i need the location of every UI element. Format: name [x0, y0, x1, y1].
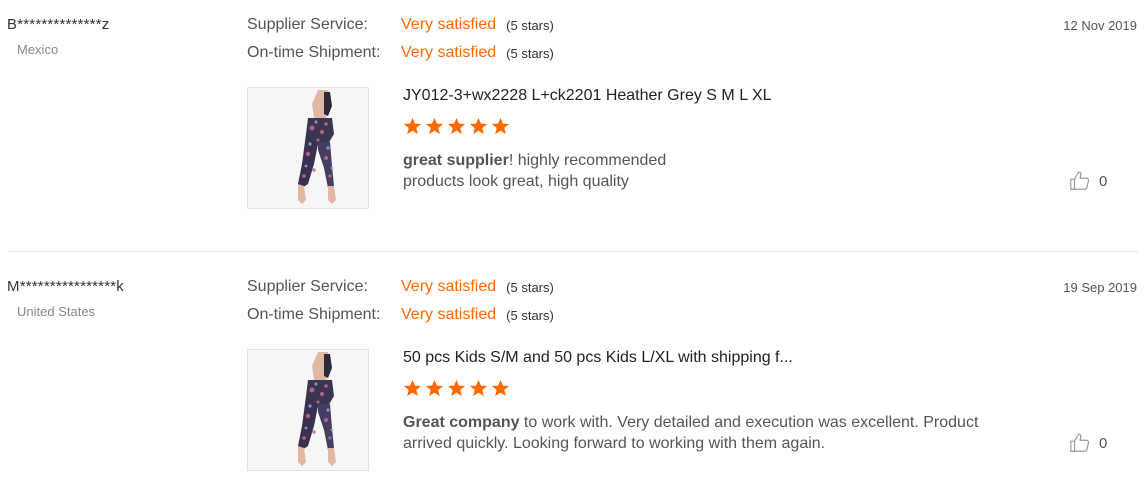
- on-time-shipment-rating: On-time Shipment: Very satisfied (5 star…: [247, 304, 554, 326]
- product-star-rating: [403, 379, 510, 398]
- rating-label: Supplier Service:: [247, 16, 368, 33]
- product-star-rating: [403, 117, 510, 136]
- star-icon: [491, 117, 510, 135]
- rating-stars-text: (5 stars): [506, 17, 554, 33]
- thumbs-up-icon: [1070, 433, 1090, 452]
- buyer-country: United States: [17, 304, 96, 319]
- review-item: M****************k United States Supplie…: [0, 262, 1145, 502]
- supplier-service-rating: Supplier Service: Very satisfied (5 star…: [247, 14, 554, 36]
- rating-stars-text: (5 stars): [506, 279, 554, 295]
- star-icon: [447, 117, 466, 135]
- leggings-image: [248, 350, 368, 470]
- rating-stars-text: (5 stars): [506, 45, 554, 61]
- star-icon: [425, 379, 444, 397]
- like-count: 0: [1099, 434, 1108, 452]
- review-divider: [8, 251, 1138, 252]
- on-time-shipment-rating: On-time Shipment: Very satisfied (5 star…: [247, 42, 554, 64]
- comment-lead: Great company: [403, 414, 520, 431]
- review-comment: Great company to work with. Very detaile…: [403, 412, 1043, 454]
- thumbs-up-icon: [1070, 171, 1090, 190]
- star-icon: [469, 117, 488, 135]
- buyer-name: M****************k: [7, 278, 124, 295]
- star-icon: [403, 117, 422, 135]
- leggings-image: [248, 88, 368, 208]
- like-button[interactable]: 0: [1069, 432, 1107, 454]
- review-comment: great supplier! highly recommended produ…: [403, 150, 1043, 192]
- star-icon: [447, 379, 466, 397]
- rating-label: On-time Shipment:: [247, 44, 381, 61]
- like-count: 0: [1099, 172, 1108, 190]
- product-title[interactable]: 50 pcs Kids S/M and 50 pcs Kids L/XL wit…: [403, 349, 793, 367]
- star-icon: [469, 379, 488, 397]
- star-icon: [403, 379, 422, 397]
- rating-value: Very satisfied: [401, 44, 497, 61]
- comment-text: ! highly recommended: [508, 152, 667, 169]
- supplier-service-rating: Supplier Service: Very satisfied (5 star…: [247, 276, 554, 298]
- star-icon: [425, 117, 444, 135]
- review-date: 19 Sep 2019: [1063, 280, 1137, 295]
- rating-label: On-time Shipment:: [247, 306, 381, 323]
- like-button[interactable]: 0: [1069, 170, 1107, 192]
- comment-text: to work with. Very detailed and executio…: [519, 414, 979, 431]
- buyer-country: Mexico: [17, 42, 59, 57]
- product-thumbnail[interactable]: [247, 349, 369, 471]
- rating-value: Very satisfied: [401, 278, 497, 295]
- star-icon: [491, 379, 510, 397]
- review-item: B**************z Mexico Supplier Service…: [0, 0, 1145, 240]
- product-thumbnail[interactable]: [247, 87, 369, 209]
- comment-text: products look great, high quality: [403, 173, 629, 190]
- rating-stars-text: (5 stars): [506, 307, 554, 323]
- product-title[interactable]: JY012-3+wx2228 L+ck2201 Heather Grey S M…: [403, 87, 772, 105]
- rating-label: Supplier Service:: [247, 278, 368, 295]
- review-date: 12 Nov 2019: [1063, 18, 1137, 33]
- rating-value: Very satisfied: [401, 16, 497, 33]
- rating-value: Very satisfied: [401, 306, 497, 323]
- buyer-name: B**************z: [7, 16, 110, 33]
- comment-lead: great supplier: [403, 152, 509, 169]
- comment-text: arrived quickly. Looking forward to work…: [403, 435, 826, 452]
